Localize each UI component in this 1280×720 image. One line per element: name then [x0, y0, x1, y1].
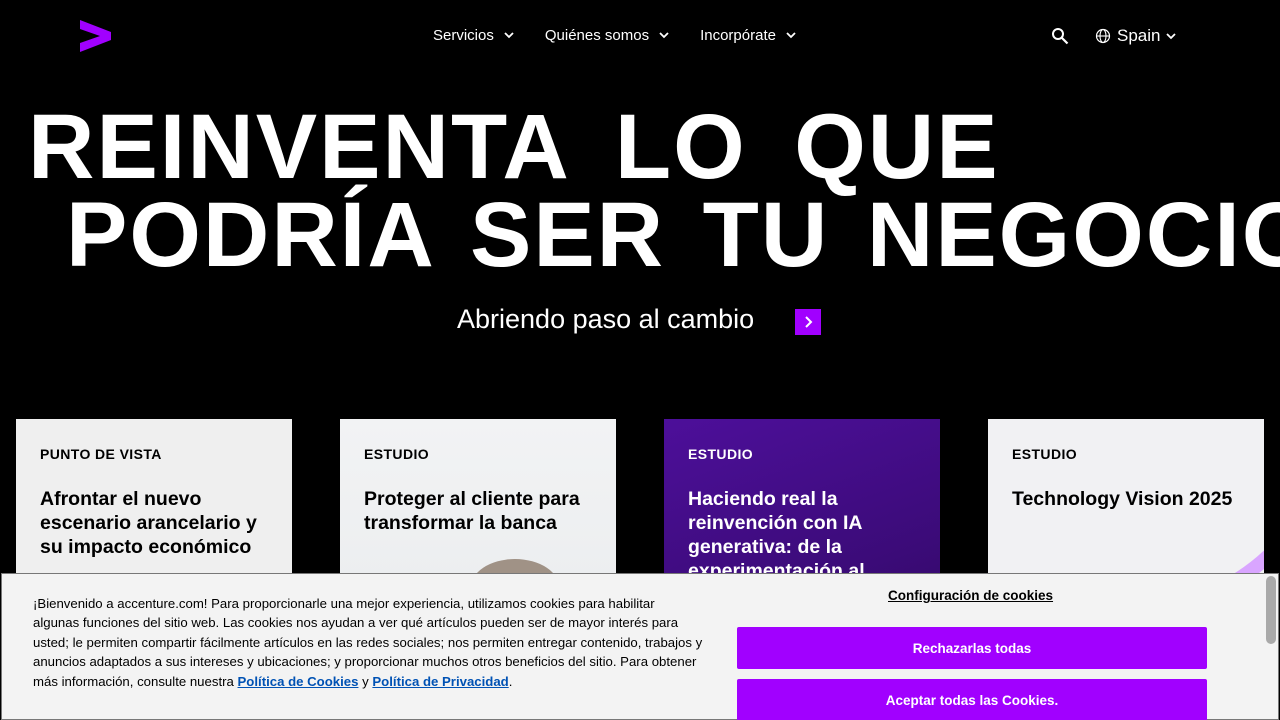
cookie-policy-link[interactable]: Política de Cookies	[238, 674, 359, 689]
banner-scrollbar[interactable]	[1266, 576, 1276, 644]
cookie-settings-link[interactable]: Configuración de cookies	[888, 588, 1053, 603]
cookie-message: ¡Bienvenido a accenture.com! Para propor…	[33, 594, 703, 691]
chevron-down-icon	[786, 32, 796, 39]
region-label: Spain	[1117, 26, 1161, 45]
accept-all-button[interactable]: Aceptar todas las Cookies.	[737, 679, 1207, 720]
nav-item-servicios[interactable]: Servicios	[433, 25, 516, 45]
nav-label: Quiénes somos	[544, 26, 650, 44]
card-eyebrow: PUNTO DE VISTA	[40, 446, 162, 462]
card-title: Afrontar el nuevo escenario arancelario …	[40, 488, 257, 558]
reject-all-button[interactable]: Rechazarlas todas	[737, 627, 1207, 669]
card-eyebrow: ESTUDIO	[688, 446, 754, 462]
hero-subtitle-link[interactable]: Abriendo paso al cambio	[457, 304, 821, 335]
cookie-banner: ¡Bienvenido a accenture.com! Para propor…	[1, 573, 1279, 720]
chevron-right-icon	[805, 316, 813, 328]
card-title: Technology Vision 2025	[1012, 488, 1233, 510]
chevron-down-icon	[504, 32, 514, 39]
privacy-policy-link[interactable]: Política de Privacidad	[372, 674, 508, 689]
nav-label: Incorpórate	[700, 26, 776, 44]
hero-arrow-button[interactable]	[795, 309, 821, 335]
card-eyebrow: ESTUDIO	[1012, 446, 1078, 462]
chevron-down-icon	[659, 32, 669, 39]
card-title: Haciendo real la reinvención con IA gene…	[688, 488, 865, 582]
nav-item-quienes-somos[interactable]: Quiénes somos	[545, 25, 671, 45]
region-selector[interactable]: Spain	[1095, 25, 1178, 47]
card-title: Proteger al cliente para transformar la …	[364, 488, 580, 534]
hero-headline-line2: PODRÍA SER TU NEGOCIO	[66, 184, 1280, 286]
card-eyebrow: ESTUDIO	[364, 446, 430, 462]
globe-icon	[1095, 28, 1111, 44]
accenture-logo[interactable]	[80, 20, 111, 52]
search-icon[interactable]	[1051, 27, 1069, 45]
hero-headline-line1: REINVENTA LO QUE	[28, 96, 1000, 198]
cookie-period: .	[508, 673, 513, 689]
cookie-conjunction: y	[362, 673, 369, 689]
nav-label: Servicios	[433, 26, 494, 44]
main-nav: Servicios Quiénes somos Incorpórate	[433, 25, 798, 45]
chevron-down-icon	[1166, 33, 1177, 40]
hero-subtitle: Abriendo paso al cambio	[457, 304, 755, 334]
nav-item-incorporate[interactable]: Incorpórate	[700, 25, 798, 45]
